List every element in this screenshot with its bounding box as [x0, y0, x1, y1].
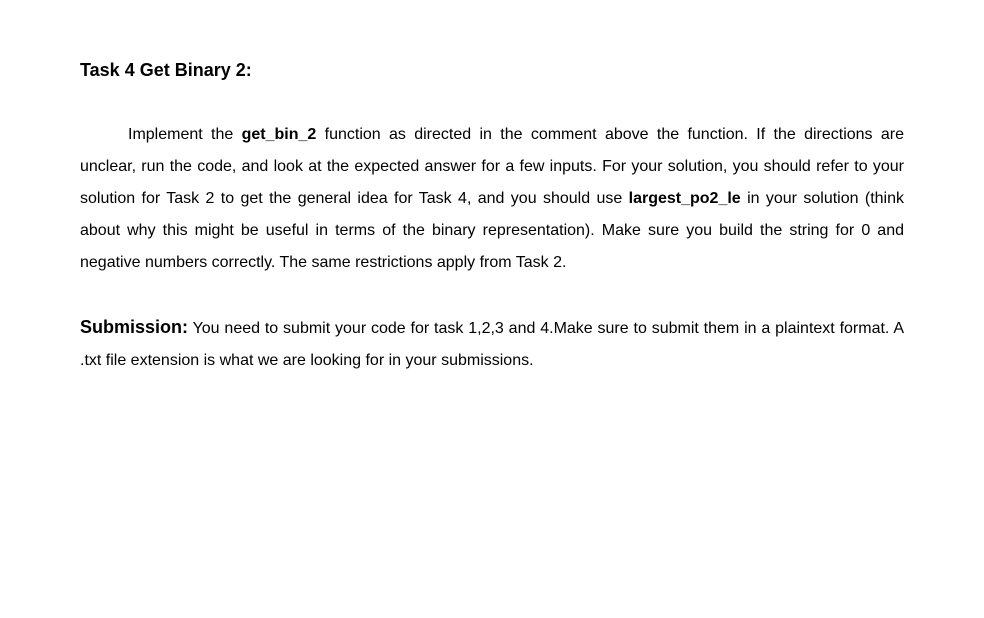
function-name-largestpo2le: largest_po2_le: [629, 190, 741, 207]
submission-paragraph: Submission: You need to submit your code…: [80, 309, 904, 377]
submission-label: Submission:: [80, 317, 188, 337]
task-desc-text-1: Implement the: [128, 126, 242, 143]
function-name-getbin2: get_bin_2: [242, 126, 317, 143]
task-heading: Task 4 Get Binary 2:: [80, 60, 904, 81]
submission-text: You need to submit your code for task 1,…: [80, 320, 904, 369]
task-description-paragraph: Implement the get_bin_2 function as dire…: [80, 119, 904, 279]
